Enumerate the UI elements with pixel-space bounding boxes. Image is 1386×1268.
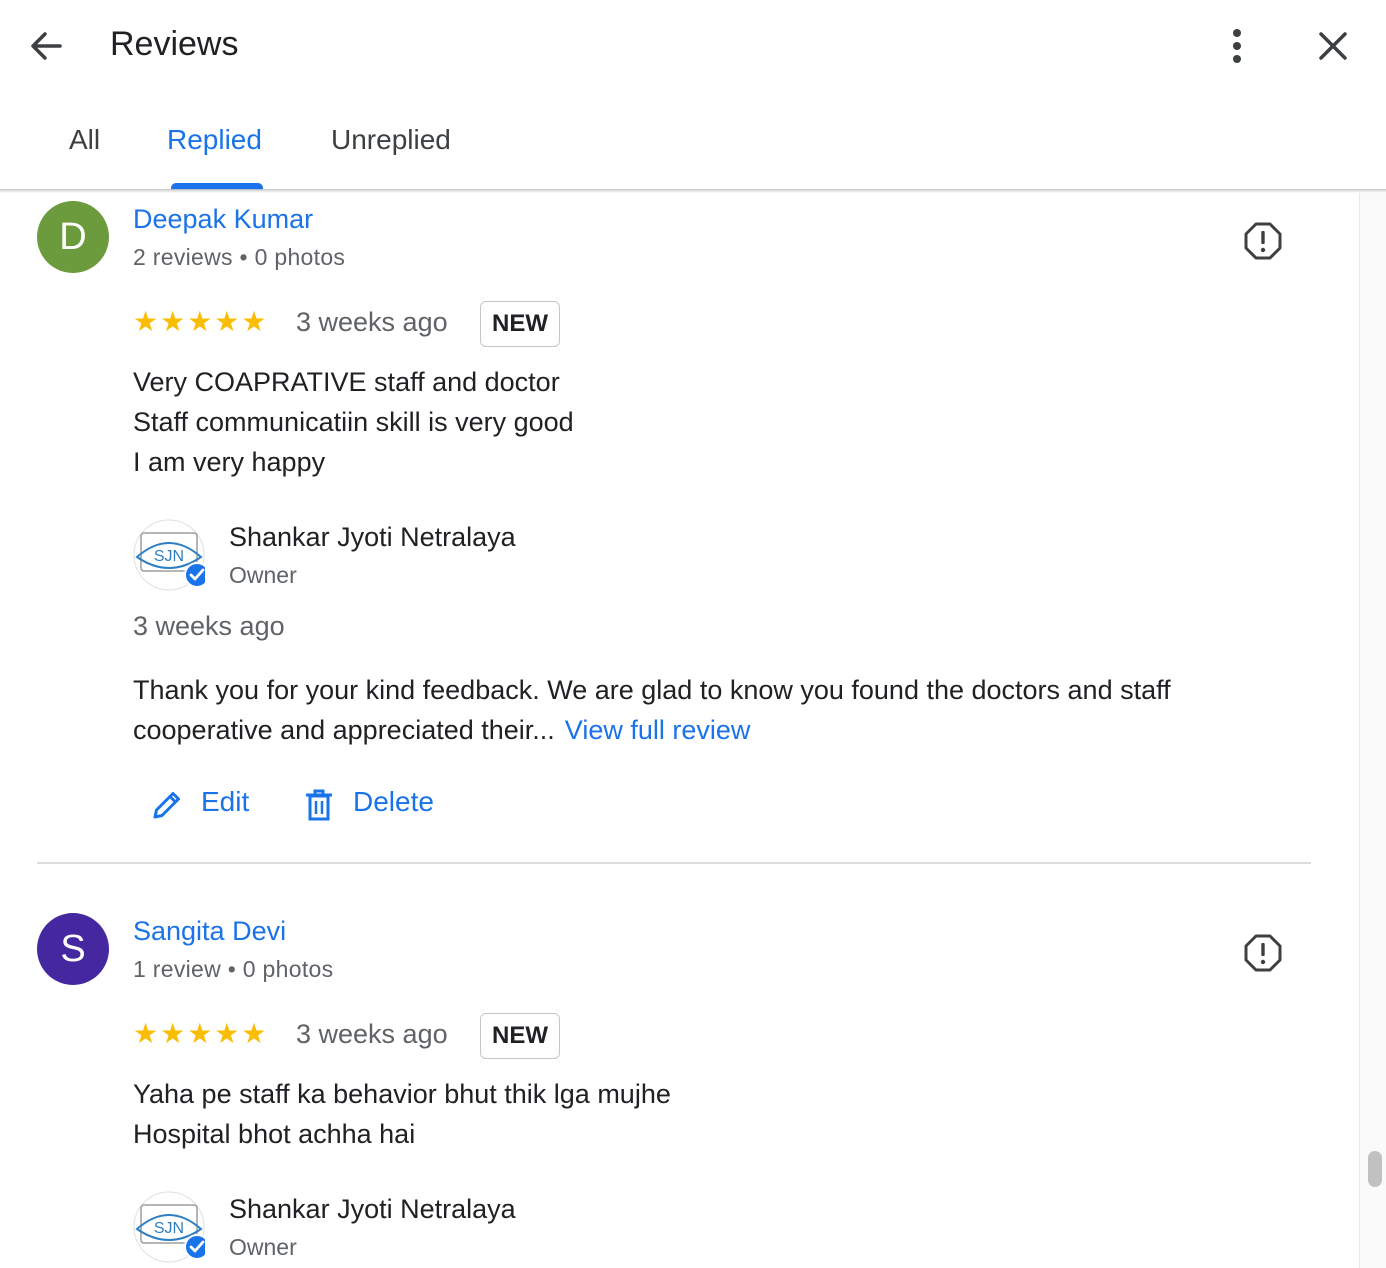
review-line: Hospital bhot achha hai (133, 1119, 416, 1149)
owner-logo: SJN (133, 1191, 205, 1263)
new-badge: NEW (480, 301, 560, 347)
delete-label: Delete (353, 786, 434, 817)
owner-name: Shankar Jyoti Netralaya (229, 522, 516, 552)
owner-logo: SJN (133, 519, 205, 591)
verified-badge-icon (184, 562, 205, 588)
reviewer-name[interactable]: Deepak Kumar (133, 204, 313, 235)
reviewer-name[interactable]: Sangita Devi (133, 916, 286, 947)
edit-label: Edit (201, 786, 250, 817)
verified-badge-icon (184, 1234, 205, 1260)
report-flag-icon[interactable] (1243, 933, 1283, 973)
owner-role: Owner (229, 1234, 297, 1260)
owner-role: Owner (229, 562, 297, 588)
edit-button[interactable]: Edit (150, 786, 260, 826)
back-arrow-icon[interactable] (26, 26, 66, 66)
star-rating: ★★★★★ (133, 306, 269, 337)
review-time: 3 weeks ago (296, 307, 448, 337)
review-divider (37, 862, 1311, 864)
review-line: I am very happy (133, 447, 326, 477)
tab-bar: All Replied Unreplied (0, 112, 600, 190)
reviewer-avatar[interactable]: S (37, 913, 109, 985)
star-rating: ★★★★★ (133, 1018, 269, 1049)
review-line: Yaha pe staff ka behavior bhut thik lga … (133, 1079, 671, 1109)
reply-text: Thank you for your kind feedback. We are… (133, 670, 1273, 750)
view-full-review-link[interactable]: View full review (565, 715, 751, 745)
reviewer-avatar[interactable]: D (37, 201, 109, 273)
header-bar: Reviews All Replied Unreplied (0, 0, 1386, 190)
owner-name: Shankar Jyoti Netralaya (229, 1194, 516, 1224)
review-line: Very COAPRATIVE staff and doctor (133, 367, 560, 397)
delete-button[interactable]: Delete (303, 786, 443, 826)
header-divider (0, 189, 1386, 193)
page-title: Reviews (110, 25, 239, 63)
review-text: Yaha pe staff ka behavior bhut thik lga … (133, 1074, 671, 1154)
scrollbar-thumb[interactable] (1368, 1151, 1382, 1187)
new-badge: NEW (480, 1013, 560, 1059)
report-flag-icon[interactable] (1243, 221, 1283, 261)
reviewer-meta: 2 reviews • 0 photos (133, 244, 346, 270)
reply-time: 3 weeks ago (133, 611, 285, 641)
scrollbar-track[interactable] (1359, 193, 1386, 1268)
tab-replied[interactable]: Replied (167, 124, 262, 156)
trash-icon (306, 789, 332, 821)
tab-all[interactable]: All (69, 124, 100, 156)
reviewer-meta: 1 review • 0 photos (133, 956, 334, 982)
review-time: 3 weeks ago (296, 1019, 448, 1049)
review-line: Staff communicatiin skill is very good (133, 407, 574, 437)
tab-unreplied[interactable]: Unreplied (331, 124, 451, 156)
more-options-icon[interactable] (1222, 26, 1252, 66)
owner-logo-text: SJN (154, 548, 184, 565)
review-text: Very COAPRATIVE staff and doctor Staff c… (133, 362, 574, 482)
close-icon[interactable] (1313, 26, 1353, 66)
pencil-icon (153, 792, 180, 819)
owner-logo-text: SJN (154, 1220, 184, 1237)
